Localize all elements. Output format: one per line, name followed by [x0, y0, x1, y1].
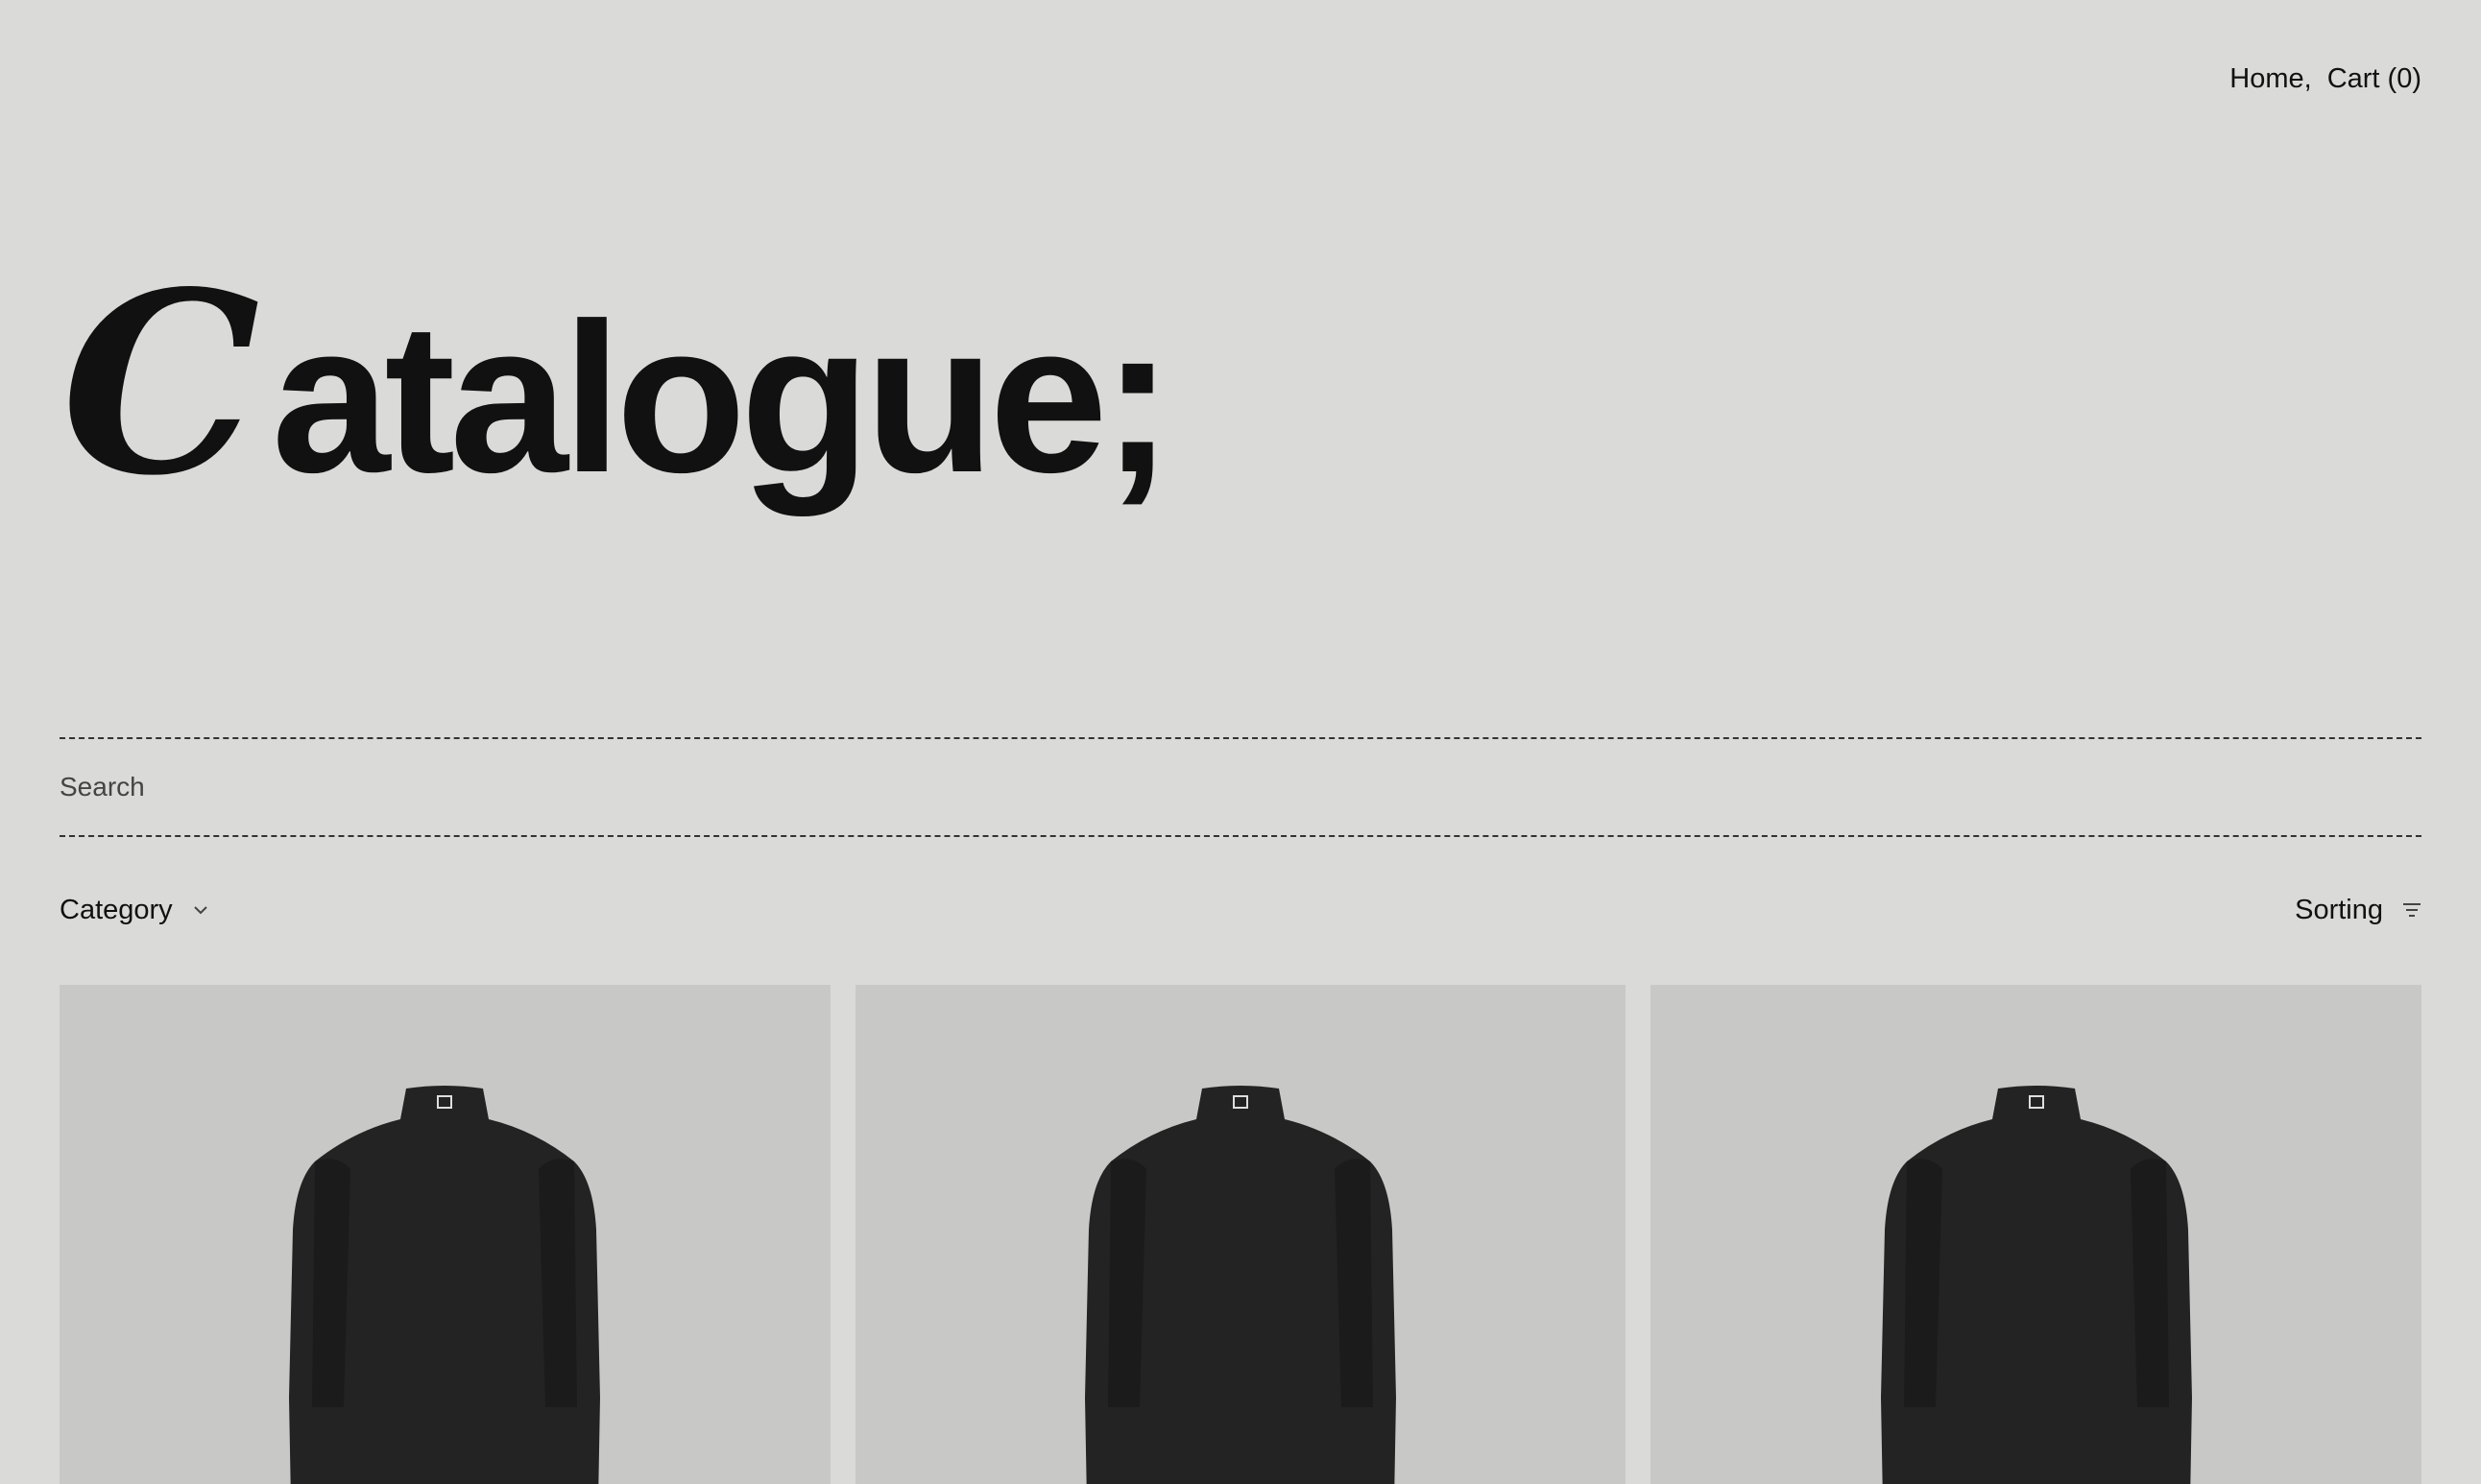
- page-title-rest: atalogue;: [271, 279, 1173, 518]
- chevron-down-icon: [193, 906, 207, 915]
- filter-bar: Category Sorting: [60, 891, 2421, 929]
- product-grid: [60, 985, 2422, 1484]
- top-navigation: Home, Cart (0): [2229, 60, 2421, 98]
- sort-icon: [2403, 903, 2421, 917]
- product-card[interactable]: [60, 985, 831, 1484]
- home-link[interactable]: Home,: [2229, 60, 2311, 98]
- shirt-image: [1085, 1086, 1396, 1484]
- category-dropdown[interactable]: Category: [60, 895, 209, 926]
- product-card[interactable]: [855, 985, 1626, 1484]
- sorting-label: Sorting: [2295, 894, 2383, 925]
- product-card[interactable]: [1650, 985, 2422, 1484]
- shirt-image: [1880, 1086, 2192, 1484]
- shirt-image: [289, 1086, 601, 1484]
- category-label: Category: [60, 894, 173, 925]
- page-title-initial: C: [61, 238, 260, 532]
- cart-link[interactable]: Cart (0): [2327, 60, 2421, 98]
- search-input[interactable]: [60, 772, 2421, 802]
- page-title: C atalogue;: [61, 238, 1173, 532]
- sorting-dropdown[interactable]: Sorting: [2295, 895, 2421, 926]
- search-bar: [60, 737, 2421, 837]
